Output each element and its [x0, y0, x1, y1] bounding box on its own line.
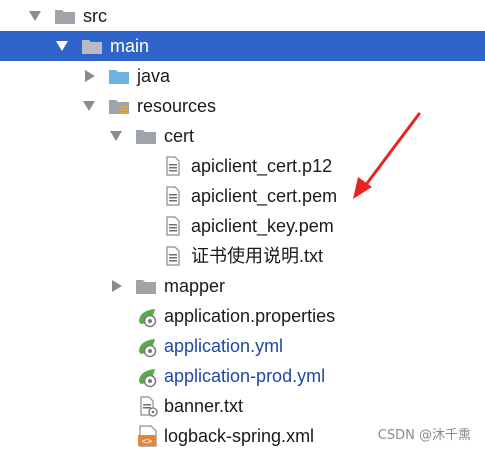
folder-icon	[136, 130, 156, 144]
tree-item-application-prod-yml[interactable]: application-prod.yml	[0, 361, 485, 391]
tree-item-apiclient-cert-pem[interactable]: apiclient_cert.pem	[0, 181, 485, 211]
tree-item-label: resources	[137, 96, 217, 116]
chevron-down-icon[interactable]	[83, 101, 95, 111]
tree-item-label: java	[137, 66, 171, 86]
spring-config-icon	[139, 339, 157, 358]
project-tree: src main java resources cert apiclient_c…	[0, 0, 485, 453]
resources-folder-icon	[109, 100, 129, 114]
tree-item-cert-readme-txt[interactable]: 证书使用说明.txt	[0, 241, 485, 271]
watermark-text: CSDN @沐千熏	[377, 428, 471, 443]
tree-item-label: banner.txt	[164, 396, 244, 416]
tree-item-label: mapper	[164, 276, 226, 296]
tree-item-apiclient-key-pem[interactable]: apiclient_key.pem	[0, 211, 485, 241]
tree-item-label: apiclient_cert.pem	[191, 186, 338, 206]
chevron-down-icon[interactable]	[110, 131, 122, 141]
tree-item-cert[interactable]: cert	[0, 121, 485, 151]
text-file-icon	[140, 396, 158, 417]
spring-config-icon	[139, 309, 157, 328]
chevron-down-icon[interactable]	[56, 41, 68, 51]
text-file-icon	[166, 186, 180, 206]
tree-item-label: src	[83, 6, 107, 26]
tree-item-banner-txt[interactable]: banner.txt	[0, 391, 485, 421]
chevron-right-icon[interactable]	[112, 280, 122, 292]
tree-item-label: main	[110, 36, 150, 56]
tree-item-label: logback-spring.xml	[164, 426, 315, 446]
tree-item-src[interactable]: src	[0, 1, 485, 31]
text-file-icon	[166, 216, 180, 236]
tree-item-mapper[interactable]: mapper	[0, 271, 485, 301]
tree-item-application-properties[interactable]: application.properties	[0, 301, 485, 331]
chevron-down-icon[interactable]	[29, 11, 41, 21]
xml-file-icon: <>	[138, 425, 157, 447]
tree-item-java[interactable]: java	[0, 61, 485, 91]
chevron-right-icon[interactable]	[85, 70, 95, 82]
tree-item-label: apiclient_cert.p12	[191, 156, 333, 176]
svg-text:<>: <>	[142, 437, 153, 447]
tree-item-label: application-prod.yml	[164, 366, 326, 386]
tree-item-label: 证书使用说明.txt	[191, 246, 324, 266]
tree-item-resources[interactable]: resources	[0, 91, 485, 121]
text-file-icon	[166, 156, 180, 176]
spring-config-icon	[139, 369, 157, 388]
folder-icon	[82, 40, 102, 54]
tree-item-label: apiclient_key.pem	[191, 216, 334, 236]
folder-icon	[136, 280, 156, 294]
text-file-icon	[166, 246, 180, 266]
tree-item-main[interactable]: main	[0, 31, 485, 61]
tree-item-apiclient-cert-p12[interactable]: apiclient_cert.p12	[0, 151, 485, 181]
tree-item-application-yml[interactable]: application.yml	[0, 331, 485, 361]
folder-icon	[55, 10, 75, 24]
tree-item-label: application.properties	[164, 306, 336, 326]
tree-item-label: application.yml	[164, 336, 284, 356]
java-source-folder-icon	[109, 70, 129, 84]
tree-item-label: cert	[164, 126, 195, 146]
